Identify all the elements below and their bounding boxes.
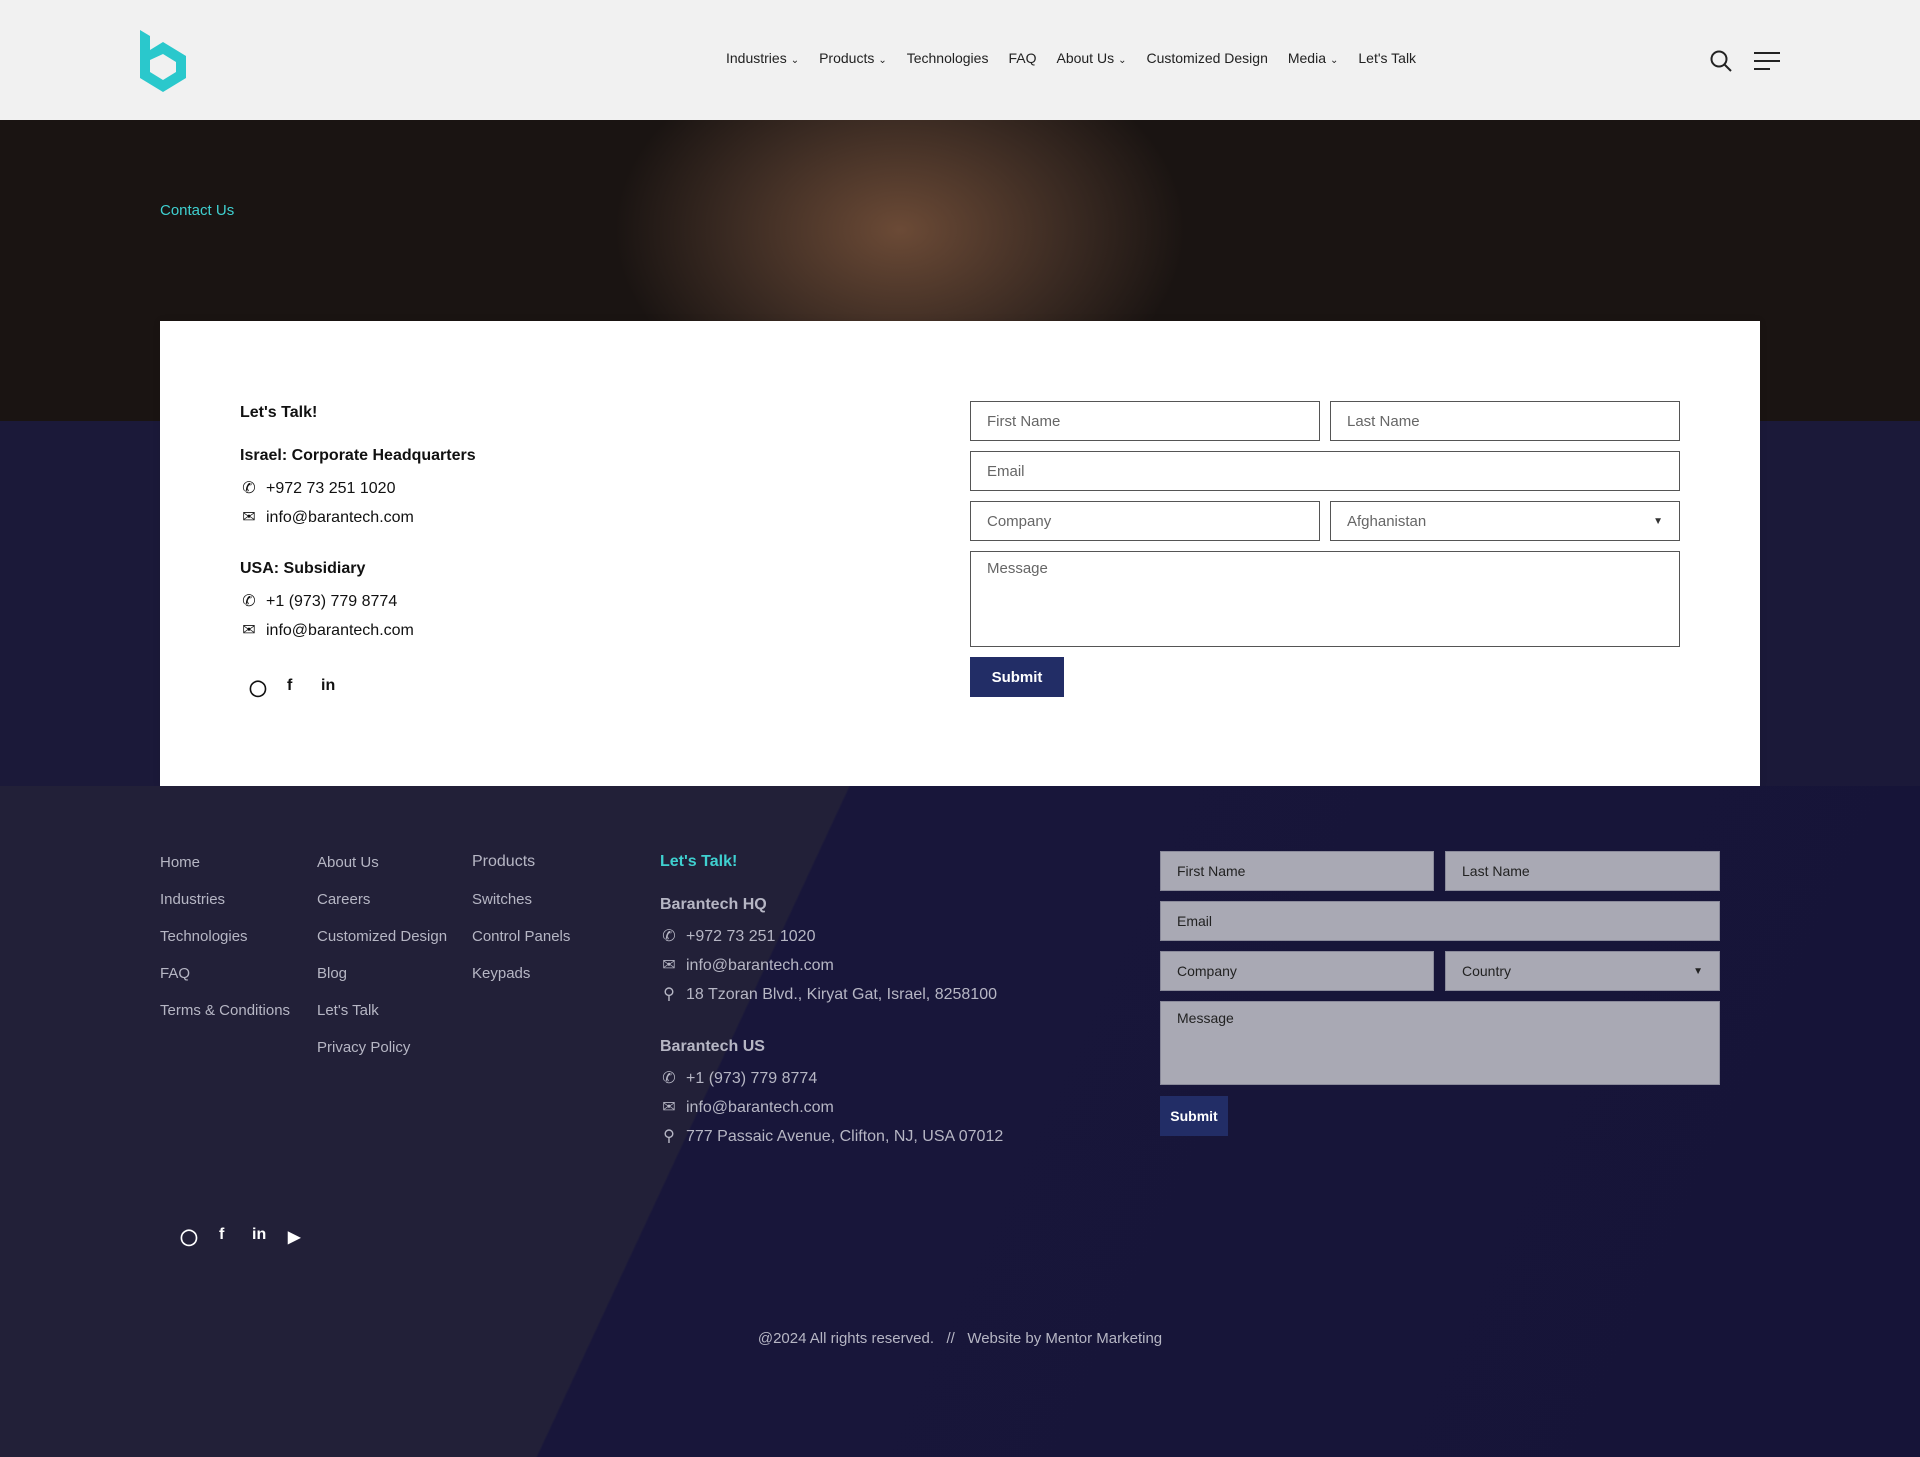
chevron-down-icon: ⌄ (1330, 55, 1339, 66)
contact-card: Let's Talk! Israel: Corporate Headquarte… (160, 321, 1760, 786)
footer-link-control-panels[interactable]: Control Panels (472, 928, 570, 945)
message-textarea[interactable]: Message (970, 551, 1680, 647)
footer-link-terms[interactable]: Terms & Conditions (160, 1002, 290, 1019)
menu-icon[interactable] (1754, 52, 1780, 70)
footer-link-keypads[interactable]: Keypads (472, 965, 530, 982)
hq-phone[interactable]: ✆ +972 73 251 1020 (660, 926, 815, 946)
footer-talk-title: Let's Talk! (660, 853, 738, 870)
us-phone[interactable]: ✆ +1 (973) 779 8774 (660, 1068, 817, 1088)
breadcrumb[interactable]: Contact Us (160, 202, 234, 219)
phone-icon: ✆ (242, 593, 256, 610)
contact-title: Let's Talk! (240, 404, 318, 421)
site-footer: Home Industries Technologies FAQ Terms &… (0, 786, 1920, 1457)
footer-link-technologies[interactable]: Technologies (160, 928, 248, 945)
us-address: ⚲ 777 Passaic Avenue, Clifton, NJ, USA 07… (660, 1126, 1003, 1146)
submit-button[interactable]: Submit (970, 657, 1064, 697)
footer-message-textarea[interactable]: Message (1160, 1001, 1720, 1085)
hq-email[interactable]: ✉ info@barantech.com (660, 955, 834, 975)
phone-icon: ✆ (662, 1070, 676, 1087)
footer-company-input[interactable]: Company (1160, 951, 1434, 991)
footer-link-faq[interactable]: FAQ (160, 965, 190, 982)
chevron-down-icon: ⌄ (1118, 55, 1127, 66)
company-input[interactable]: Company (970, 501, 1320, 541)
nav-customized-design[interactable]: Customized Design (1146, 50, 1267, 66)
envelope-icon: ✉ (662, 957, 676, 974)
first-name-input[interactable]: First Name (970, 401, 1320, 441)
usa-phone[interactable]: ✆ +1 (973) 779 8774 (240, 591, 397, 611)
hq-heading: Barantech HQ (660, 896, 767, 913)
footer-link-lets-talk[interactable]: Let's Talk (317, 1002, 379, 1019)
envelope-icon: ✉ (662, 1099, 676, 1116)
footer-country-select[interactable]: Country ▼ (1445, 951, 1720, 991)
nav-media[interactable]: Media ⌄ (1288, 50, 1339, 66)
footer-link-blog[interactable]: Blog (317, 965, 347, 982)
linkedin-icon[interactable]: in (252, 1226, 266, 1244)
linkedin-icon[interactable]: in (321, 677, 335, 695)
israel-phone[interactable]: ✆ +972 73 251 1020 (240, 478, 395, 498)
footer-link-privacy[interactable]: Privacy Policy (317, 1039, 410, 1056)
chevron-down-icon: ⌄ (790, 55, 800, 66)
copyright: @2024 All rights reserved. // Website by… (757, 1330, 1163, 1347)
email-input[interactable]: Email (970, 451, 1680, 491)
footer-link-products[interactable]: Products (472, 853, 535, 871)
barantech-logo[interactable] (138, 30, 188, 92)
facebook-icon[interactable]: f (219, 1226, 224, 1244)
israel-email[interactable]: ✉ info@barantech.com (240, 507, 414, 527)
usa-email[interactable]: ✉ info@barantech.com (240, 620, 414, 640)
youtube-icon[interactable]: ▶ (288, 1227, 300, 1247)
footer-link-industries[interactable]: Industries (160, 891, 225, 908)
us-email[interactable]: ✉ info@barantech.com (660, 1097, 834, 1117)
envelope-icon: ✉ (242, 622, 256, 639)
nav-technologies[interactable]: Technologies (907, 50, 989, 66)
main-nav: Industries ⌄ Products ⌄ Technologies FAQ A… (726, 50, 1416, 66)
phone-icon: ✆ (242, 480, 256, 497)
hq-address: ⚲ 18 Tzoran Blvd., Kiryat Gat, Israel, 82… (660, 984, 997, 1004)
nav-faq[interactable]: FAQ (1008, 50, 1036, 66)
nav-products[interactable]: Products ⌄ (819, 50, 887, 66)
envelope-icon: ✉ (242, 509, 256, 526)
phone-icon: ✆ (662, 928, 676, 945)
facebook-icon[interactable]: f (287, 677, 292, 695)
chevron-down-icon: ⌄ (878, 55, 887, 66)
map-pin-icon: ⚲ (663, 986, 675, 1003)
footer-email-input[interactable]: Email (1160, 901, 1720, 941)
map-pin-icon: ⚲ (663, 1128, 675, 1145)
footer-link-careers[interactable]: Careers (317, 891, 370, 908)
footer-first-name-input[interactable]: First Name (1160, 851, 1434, 891)
instagram-icon[interactable]: ◯ (180, 1227, 198, 1247)
search-icon[interactable] (1710, 50, 1732, 72)
nav-about-us[interactable]: About Us ⌄ (1056, 50, 1126, 66)
last-name-input[interactable]: Last Name (1330, 401, 1680, 441)
footer-link-switches[interactable]: Switches (472, 891, 532, 908)
site-header: Industries ⌄ Products ⌄ Technologies FAQ A… (0, 0, 1920, 120)
nav-industries[interactable]: Industries ⌄ (726, 50, 799, 66)
footer-last-name-input[interactable]: Last Name (1445, 851, 1720, 891)
caret-down-icon: ▼ (1693, 965, 1703, 977)
caret-down-icon: ▼ (1653, 515, 1663, 527)
instagram-icon[interactable]: ◯ (249, 678, 267, 698)
footer-link-customized-design[interactable]: Customized Design (317, 928, 447, 945)
footer-link-home[interactable]: Home (160, 854, 200, 871)
usa-heading: USA: Subsidiary (240, 560, 366, 577)
country-select[interactable]: Afghanistan ▼ (1330, 501, 1680, 541)
footer-link-about-us[interactable]: About Us (317, 854, 379, 871)
israel-heading: Israel: Corporate Headquarters (240, 447, 476, 464)
us-heading: Barantech US (660, 1038, 765, 1055)
footer-submit-button[interactable]: Submit (1160, 1096, 1228, 1136)
nav-lets-talk[interactable]: Let's Talk (1358, 50, 1416, 66)
